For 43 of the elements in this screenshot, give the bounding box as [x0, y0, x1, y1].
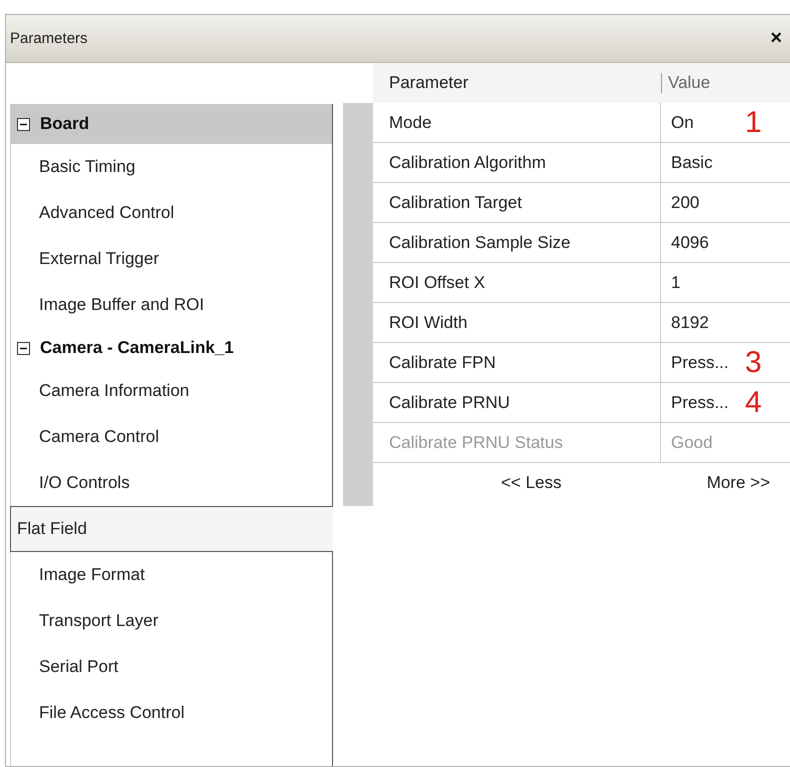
sidebar-item[interactable]: Camera Information — [11, 368, 332, 414]
sidebar-item[interactable]: Camera Control — [11, 414, 332, 460]
group-header[interactable]: Board — [11, 104, 332, 144]
window-title: Parameters — [10, 30, 88, 47]
table-cell: Calibrate PRNU — [373, 383, 661, 422]
table-cell: Calibration Algorithm — [373, 143, 661, 182]
sidebar-item[interactable]: Image Format — [11, 552, 332, 598]
table-cell: ROI Width — [373, 303, 661, 342]
table-cell-text: Press... — [671, 392, 730, 412]
table-cell: ROI Offset X — [373, 263, 661, 302]
sidebar-item[interactable]: File Access Control — [11, 690, 332, 736]
table-cell-text: Press... — [671, 352, 730, 372]
sidebar-item[interactable]: Advanced Control — [11, 190, 332, 236]
less-button[interactable]: << Less — [493, 469, 570, 497]
table-cell-text: On — [671, 112, 695, 132]
table-cell-text: 8192 — [671, 312, 710, 332]
sidebar-item[interactable]: Serial Port — [11, 644, 332, 690]
table-cell-text: 200 — [671, 192, 700, 212]
table-cell-text: Basic — [671, 152, 714, 172]
annotation-number: 1 — [745, 108, 762, 138]
sidebar-item[interactable]: Image Buffer and ROI — [11, 282, 332, 328]
close-button[interactable]: × — [762, 27, 790, 50]
collapse-icon[interactable] — [17, 118, 30, 130]
column-header: Value — [661, 73, 790, 93]
table-cell-text: 4096 — [671, 232, 710, 252]
table-cell: Calibrate PRNU Status — [373, 423, 661, 462]
sidebar-item[interactable]: Transport Layer — [11, 598, 332, 644]
annotation-number: 4 — [745, 388, 762, 418]
table-cell: Calibrate FPN — [373, 343, 661, 382]
sidebar-item[interactable]: I/O Controls — [11, 460, 332, 506]
annotation-number: 3 — [745, 348, 762, 378]
more-button[interactable]: More >> — [698, 469, 778, 497]
collapse-icon[interactable] — [17, 342, 30, 354]
table-cell-text: 1 — [671, 272, 682, 292]
group-header[interactable]: Camera - CameraLink_1 — [11, 328, 332, 368]
table-cell: Calibration Target — [373, 183, 661, 222]
sidebar-item[interactable]: External Trigger — [11, 236, 332, 282]
table-cell: Mode — [373, 103, 661, 142]
sidebar-item[interactable]: Basic Timing — [11, 144, 332, 190]
sidebar-item[interactable]: Flat Field — [10, 506, 333, 552]
table-cell-text: Good — [671, 432, 714, 452]
table-cell: Calibration Sample Size — [373, 223, 661, 262]
column-header: Parameter — [388, 73, 470, 93]
